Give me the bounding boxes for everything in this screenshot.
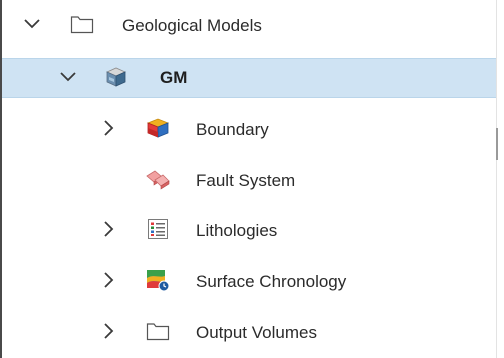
tree-item-label: Lithologies bbox=[196, 221, 278, 240]
chevron-down-icon[interactable] bbox=[58, 67, 78, 87]
tree-item-label: Output Volumes bbox=[196, 323, 317, 342]
tree-item-gm[interactable]: GM bbox=[2, 58, 496, 98]
tree-item-label: Geological Models bbox=[122, 16, 262, 35]
project-tree-panel: Geological Models GM Boundary Fault Syst… bbox=[0, 0, 504, 358]
tree-item-geological-models[interactable]: Geological Models bbox=[2, 6, 496, 46]
tree-item-label: Boundary bbox=[196, 120, 269, 139]
surface-chronology-icon bbox=[145, 267, 171, 293]
folder-icon bbox=[145, 318, 171, 344]
chevron-right-icon[interactable] bbox=[99, 219, 119, 239]
chevron-right-icon[interactable] bbox=[99, 270, 119, 290]
geological-model-icon bbox=[103, 64, 129, 90]
chevron-down-icon[interactable] bbox=[22, 14, 42, 34]
tree-item-label: Fault System bbox=[196, 171, 296, 190]
tree-item-lithologies[interactable]: Lithologies bbox=[2, 211, 496, 251]
fault-system-icon bbox=[145, 166, 171, 192]
lithologies-list-icon bbox=[145, 216, 171, 242]
tree-item-fault-system[interactable]: Fault System bbox=[2, 161, 496, 201]
panel-right-border bbox=[496, 0, 497, 358]
folder-icon bbox=[69, 11, 95, 37]
tree-item-surface-chronology[interactable]: Surface Chronology bbox=[2, 262, 496, 302]
tree-item-boundary[interactable]: Boundary bbox=[2, 110, 496, 150]
chevron-right-icon[interactable] bbox=[99, 118, 119, 138]
boundary-icon bbox=[145, 115, 171, 141]
chevron-right-icon[interactable] bbox=[99, 321, 119, 341]
splitter-handle[interactable] bbox=[496, 128, 498, 160]
tree-item-label: GM bbox=[160, 68, 188, 87]
tree-item-output-volumes[interactable]: Output Volumes bbox=[2, 313, 496, 353]
tree-item-label: Surface Chronology bbox=[196, 272, 347, 291]
